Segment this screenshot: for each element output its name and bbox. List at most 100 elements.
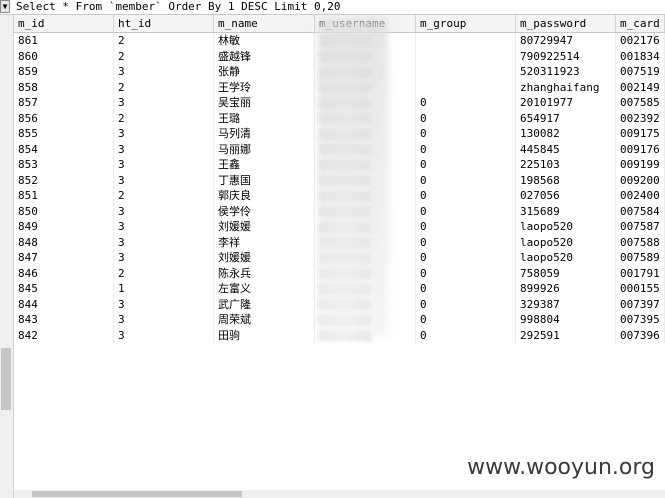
cell-m-password[interactable]: zhanghaifang	[516, 79, 616, 95]
cell-m-password[interactable]: laopo520	[516, 234, 616, 250]
cell-m-username[interactable]	[315, 141, 416, 157]
cell-m-password[interactable]: 445845	[516, 141, 616, 157]
cell-m-card[interactable]: 000155	[616, 281, 665, 297]
cell-m-group[interactable]: 0	[416, 126, 516, 142]
cell-ht-id[interactable]: 2	[114, 48, 214, 64]
cell-m-name[interactable]: 左富义	[214, 281, 315, 297]
table-row[interactable]: 857 3 吴宝丽 0 20101977 007585	[14, 95, 665, 111]
cell-m-password[interactable]: 20101977	[516, 95, 616, 111]
cell-m-group[interactable]: 0	[416, 203, 516, 219]
cell-ht-id[interactable]: 3	[114, 157, 214, 173]
cell-m-card[interactable]: 009175	[616, 126, 665, 142]
cell-m-password[interactable]: 998804	[516, 312, 616, 328]
table-row[interactable]: 861 2 林敏 80729947 002176	[14, 33, 665, 49]
cell-m-group[interactable]: 0	[416, 296, 516, 312]
cell-m-name[interactable]: 马丽娜	[214, 141, 315, 157]
cell-m-id[interactable]: 857	[14, 95, 114, 111]
query-dropdown-button[interactable]: ▼	[0, 0, 10, 13]
cell-m-name[interactable]: 吴宝丽	[214, 95, 315, 111]
cell-m-name[interactable]: 丁惠国	[214, 172, 315, 188]
table-row[interactable]: 855 3 马列清 0 130082 009175	[14, 126, 665, 142]
cell-m-id[interactable]: 853	[14, 157, 114, 173]
cell-m-password[interactable]: laopo520	[516, 250, 616, 266]
horizontal-scrollbar-thumb[interactable]	[32, 491, 242, 497]
cell-m-name[interactable]: 周荣斌	[214, 312, 315, 328]
cell-m-username[interactable]	[315, 157, 416, 173]
column-header-ht-id[interactable]: ht_id	[114, 15, 214, 32]
cell-m-card[interactable]: 009199	[616, 157, 665, 173]
table-row[interactable]: 849 3 刘媛媛 0 laopo520 007587	[14, 219, 665, 235]
table-row[interactable]: 854 3 马丽娜 0 445845 009176	[14, 141, 665, 157]
cell-m-username[interactable]	[315, 48, 416, 64]
cell-m-group[interactable]	[416, 48, 516, 64]
cell-m-username[interactable]	[315, 219, 416, 235]
cell-m-group[interactable]: 0	[416, 265, 516, 281]
cell-ht-id[interactable]: 3	[114, 172, 214, 188]
cell-m-username[interactable]	[315, 296, 416, 312]
cell-m-id[interactable]: 847	[14, 250, 114, 266]
cell-m-card[interactable]: 002392	[616, 110, 665, 126]
table-row[interactable]: 850 3 侯学伶 0 315689 007584	[14, 203, 665, 219]
table-row[interactable]: 853 3 王鑫 0 225103 009199	[14, 157, 665, 173]
table-row[interactable]: 851 2 郭庆良 0 027056 002400	[14, 188, 665, 204]
cell-m-username[interactable]	[315, 64, 416, 80]
cell-m-card[interactable]: 007584	[616, 203, 665, 219]
cell-m-card[interactable]: 007585	[616, 95, 665, 111]
cell-m-name[interactable]: 刘媛媛	[214, 250, 315, 266]
cell-m-username[interactable]	[315, 250, 416, 266]
sql-query-text[interactable]: Select * From `member` Order By 1 DESC L…	[16, 0, 341, 14]
cell-m-group[interactable]: 0	[416, 188, 516, 204]
cell-ht-id[interactable]: 2	[114, 110, 214, 126]
table-row[interactable]: 842 3 田驹 0 292591 007396	[14, 327, 665, 343]
cell-m-id[interactable]: 842	[14, 327, 114, 343]
cell-ht-id[interactable]: 2	[114, 33, 214, 49]
cell-m-group[interactable]	[416, 79, 516, 95]
table-row[interactable]: 846 2 陈永兵 0 758059 001791	[14, 265, 665, 281]
column-header-m-name[interactable]: m_name	[214, 15, 315, 32]
column-header-m-username[interactable]: m_username	[315, 15, 416, 32]
cell-m-group[interactable]: 0	[416, 281, 516, 297]
cell-m-id[interactable]: 856	[14, 110, 114, 126]
cell-m-password[interactable]: 654917	[516, 110, 616, 126]
cell-m-card[interactable]: 009200	[616, 172, 665, 188]
cell-m-card[interactable]: 007588	[616, 234, 665, 250]
cell-ht-id[interactable]: 3	[114, 250, 214, 266]
cell-m-group[interactable]: 0	[416, 95, 516, 111]
cell-m-id[interactable]: 851	[14, 188, 114, 204]
cell-ht-id[interactable]: 3	[114, 312, 214, 328]
cell-m-password[interactable]: 899926	[516, 281, 616, 297]
cell-m-username[interactable]	[315, 172, 416, 188]
cell-m-id[interactable]: 859	[14, 64, 114, 80]
cell-m-password[interactable]: 329387	[516, 296, 616, 312]
cell-m-id[interactable]: 854	[14, 141, 114, 157]
cell-m-group[interactable]	[416, 64, 516, 80]
cell-ht-id[interactable]: 2	[114, 79, 214, 95]
cell-m-id[interactable]: 852	[14, 172, 114, 188]
cell-m-username[interactable]	[315, 95, 416, 111]
cell-m-group[interactable]: 0	[416, 312, 516, 328]
cell-m-group[interactable]	[416, 33, 516, 49]
cell-m-username[interactable]	[315, 327, 416, 343]
cell-m-password[interactable]: 520311923	[516, 64, 616, 80]
cell-m-card[interactable]: 001791	[616, 265, 665, 281]
cell-m-name[interactable]: 刘媛媛	[214, 219, 315, 235]
cell-ht-id[interactable]: 3	[114, 219, 214, 235]
cell-m-name[interactable]: 田驹	[214, 327, 315, 343]
table-row[interactable]: 843 3 周荣斌 0 998804 007395	[14, 312, 665, 328]
cell-m-card[interactable]: 001834	[616, 48, 665, 64]
cell-m-id[interactable]: 860	[14, 48, 114, 64]
cell-m-username[interactable]	[315, 110, 416, 126]
cell-m-password[interactable]: 790922514	[516, 48, 616, 64]
table-row[interactable]: 848 3 李祥 0 laopo520 007588	[14, 234, 665, 250]
cell-m-group[interactable]: 0	[416, 157, 516, 173]
cell-ht-id[interactable]: 3	[114, 126, 214, 142]
table-row[interactable]: 856 2 王璐 0 654917 002392	[14, 110, 665, 126]
cell-m-id[interactable]: 861	[14, 33, 114, 49]
cell-m-password[interactable]: 80729947	[516, 33, 616, 49]
cell-m-card[interactable]: 009176	[616, 141, 665, 157]
column-header-m-id[interactable]: m_id	[14, 15, 114, 32]
cell-m-username[interactable]	[315, 281, 416, 297]
cell-m-id[interactable]: 849	[14, 219, 114, 235]
cell-m-name[interactable]: 林敏	[214, 33, 315, 49]
table-row[interactable]: 858 2 王学玲 zhanghaifang 002149	[14, 79, 665, 95]
